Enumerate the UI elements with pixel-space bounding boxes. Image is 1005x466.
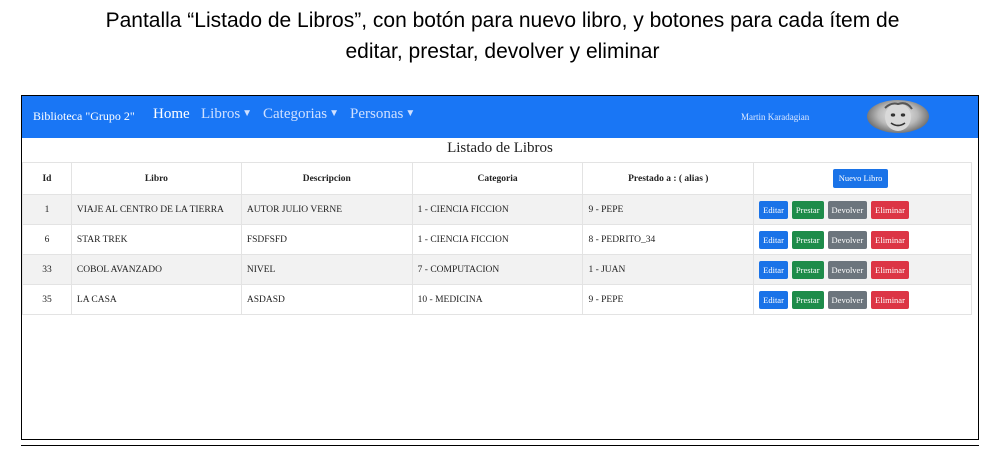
- table-row: 33 COBOL AVANZADO NIVEL 7 - COMPUTACION …: [22, 254, 972, 285]
- chevron-down-icon: ▼: [329, 108, 340, 119]
- avatar[interactable]: [867, 100, 929, 133]
- cell-actions: Editar Prestar Devolver Eliminar: [753, 194, 972, 225]
- lend-button[interactable]: Prestar: [791, 200, 824, 219]
- table-row: 6 STAR TREK FSDFSFD 1 - CIENCIA FICCION …: [22, 224, 972, 255]
- return-button[interactable]: Devolver: [827, 290, 868, 309]
- brand-link[interactable]: Biblioteca "Grupo 2": [33, 109, 135, 124]
- bottom-rule: [21, 445, 979, 446]
- edit-button[interactable]: Editar: [759, 260, 788, 279]
- nav-libros-dropdown[interactable]: Libros ▼: [201, 106, 252, 123]
- return-button[interactable]: Devolver: [827, 200, 868, 219]
- app-screenshot-frame: Biblioteca "Grupo 2" Home Libros ▼ Catego…: [21, 95, 979, 440]
- cell-libro: STAR TREK: [70, 224, 242, 255]
- edit-button[interactable]: Editar: [759, 200, 788, 219]
- chevron-down-icon: ▼: [405, 108, 416, 119]
- lend-button[interactable]: Prestar: [791, 260, 824, 279]
- table-row: 35 LA CASA ASDASD 10 - MEDICINA 9 - PEPE…: [22, 284, 972, 315]
- cell-id: 35: [22, 284, 72, 315]
- slide-caption: Pantalla “Listado de Libros”, con botón …: [0, 5, 1005, 67]
- caption-line-2: editar, prestar, devolver y eliminar: [345, 40, 660, 63]
- cell-libro: LA CASA: [70, 284, 242, 315]
- return-button[interactable]: Devolver: [827, 260, 868, 279]
- cell-actions: Editar Prestar Devolver Eliminar: [753, 224, 972, 255]
- edit-button[interactable]: Editar: [759, 290, 788, 309]
- nav-home[interactable]: Home: [153, 106, 190, 123]
- delete-button[interactable]: Eliminar: [871, 200, 909, 219]
- navbar: Biblioteca "Grupo 2" Home Libros ▼ Catego…: [22, 96, 978, 138]
- cell-descripcion: NIVEL: [240, 254, 413, 285]
- caption-line-1: Pantalla “Listado de Libros”, con botón …: [105, 9, 900, 32]
- delete-button[interactable]: Eliminar: [871, 230, 909, 249]
- cell-libro: VIAJE AL CENTRO DE LA TIERRA: [70, 194, 242, 225]
- cell-prestado: 9 - PEPE: [582, 194, 755, 225]
- lend-button[interactable]: Prestar: [791, 230, 824, 249]
- cell-libro: COBOL AVANZADO: [70, 254, 242, 285]
- cell-categoria: 1 - CIENCIA FICCION: [411, 224, 584, 255]
- table-header-row: Id Libro Descripcion Categoria Prestado …: [22, 162, 972, 195]
- cell-descripcion: AUTOR JULIO VERNE: [240, 194, 413, 225]
- cell-id: 6: [22, 224, 72, 255]
- avatar-face-icon: [884, 102, 913, 131]
- nav-categorias-dropdown[interactable]: Categorias ▼: [263, 106, 339, 123]
- header-id: Id: [22, 162, 72, 195]
- edit-button[interactable]: Editar: [759, 230, 788, 249]
- cell-actions: Editar Prestar Devolver Eliminar: [753, 284, 972, 315]
- cell-id: 33: [22, 254, 72, 285]
- chevron-down-icon: ▼: [242, 108, 253, 119]
- return-button[interactable]: Devolver: [827, 230, 868, 249]
- cell-prestado: 9 - PEPE: [582, 284, 755, 315]
- cell-actions: Editar Prestar Devolver Eliminar: [753, 254, 972, 285]
- cell-prestado: 8 - PEDRITO_34: [582, 224, 755, 255]
- header-libro: Libro: [70, 162, 242, 195]
- cell-id: 1: [22, 194, 72, 225]
- cell-categoria: 1 - CIENCIA FICCION: [411, 194, 584, 225]
- nav-categorias-label: Categorias: [263, 106, 328, 122]
- header-actions: Nuevo Libro: [753, 162, 972, 195]
- new-book-button[interactable]: Nuevo Libro: [832, 169, 889, 188]
- page-title: Listado de Libros: [447, 140, 553, 156]
- nav-personas-label: Personas: [350, 106, 404, 122]
- header-descripcion: Descripcion: [240, 162, 413, 195]
- cell-descripcion: ASDASD: [240, 284, 413, 315]
- cell-descripcion: FSDFSFD: [240, 224, 413, 255]
- header-prestado: Prestado a : ( alias ): [582, 162, 755, 195]
- nav-libros-label: Libros: [201, 106, 241, 122]
- delete-button[interactable]: Eliminar: [871, 290, 909, 309]
- header-categoria: Categoria: [411, 162, 584, 195]
- cell-categoria: 7 - COMPUTACION: [411, 254, 584, 285]
- table-row: 1 VIAJE AL CENTRO DE LA TIERRA AUTOR JUL…: [22, 194, 972, 225]
- cell-categoria: 10 - MEDICINA: [411, 284, 584, 315]
- nav-personas-dropdown[interactable]: Personas ▼: [350, 106, 415, 123]
- delete-button[interactable]: Eliminar: [871, 260, 909, 279]
- cell-prestado: 1 - JUAN: [582, 254, 755, 285]
- books-table: Id Libro Descripcion Categoria Prestado …: [22, 162, 972, 315]
- lend-button[interactable]: Prestar: [791, 290, 824, 309]
- user-name[interactable]: Martin Karadagian: [741, 112, 809, 122]
